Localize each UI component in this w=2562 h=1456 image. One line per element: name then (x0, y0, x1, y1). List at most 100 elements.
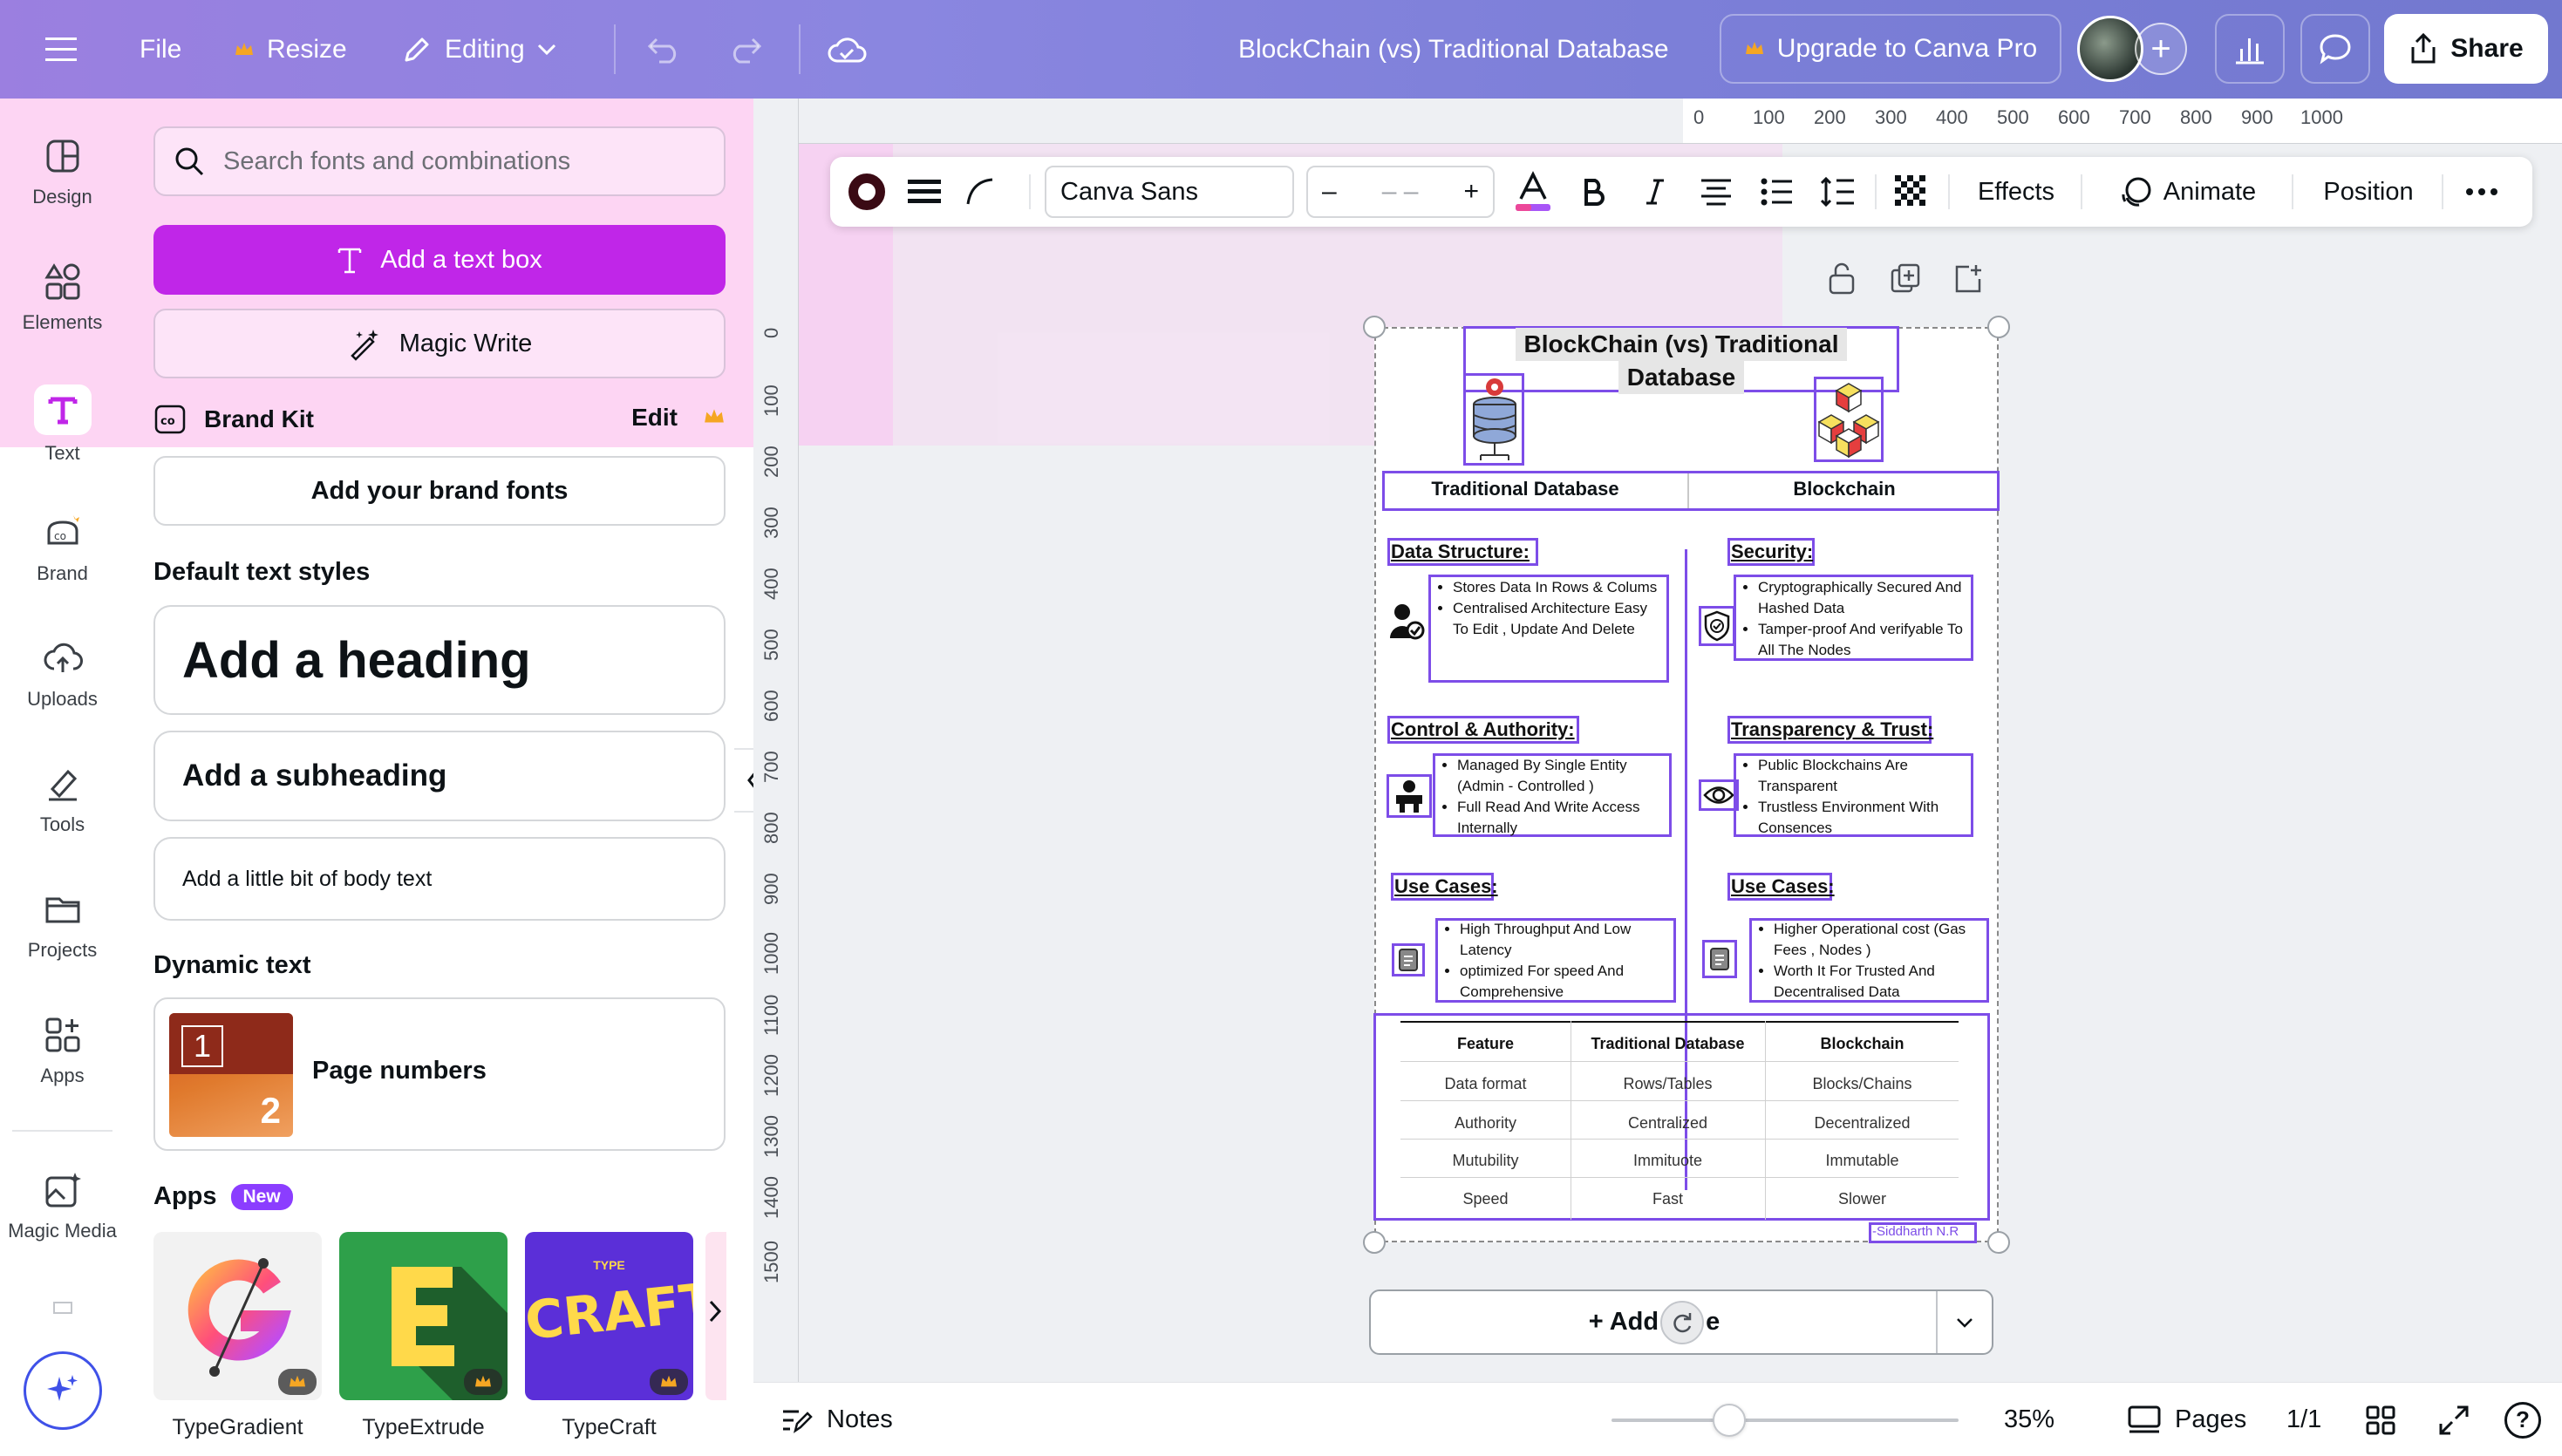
font-size-value[interactable]: – – (1382, 177, 1419, 207)
selection-handle[interactable] (1987, 316, 2010, 338)
magic-assistant-button[interactable] (24, 1351, 102, 1430)
table-cell: Blocks/Chains (1812, 1075, 1912, 1092)
svg-text:co: co (54, 530, 66, 542)
add-brand-fonts-button[interactable]: Add your brand fonts (153, 456, 726, 526)
add-subheading-button[interactable]: Add a subheading (153, 731, 726, 821)
brand-kit-edit-link[interactable]: Edit (631, 404, 678, 432)
upgrade-button[interactable]: Upgrade to Canva Pro (1720, 14, 2061, 84)
zoom-level[interactable]: 35% (2004, 1383, 2054, 1456)
help-button[interactable]: ? (2504, 1383, 2541, 1456)
add-page-button[interactable]: + Add e (1369, 1289, 1993, 1355)
refresh-icon[interactable] (1660, 1300, 1705, 1344)
bullet-list-icon[interactable] (1753, 157, 1802, 227)
comment-icon[interactable] (2300, 14, 2370, 84)
animate-button[interactable]: Animate (2096, 157, 2279, 227)
curve-icon[interactable] (956, 157, 1005, 227)
bullet-list: Public Blockchains Are TransparentTrustl… (1737, 755, 1971, 839)
file-menu[interactable]: File (140, 0, 181, 99)
page-numbers-card[interactable]: 1 2 Page numbers (153, 997, 726, 1151)
magic-write-label: Magic Write (399, 329, 533, 357)
avatar[interactable] (2077, 16, 2143, 82)
page-numbers-thumbnail: 1 2 (169, 1013, 293, 1137)
table-header: Feature (1456, 1035, 1515, 1052)
app-label-typecraft: TypeCraft (562, 1415, 657, 1439)
add-heading-button[interactable]: Add a heading (153, 605, 726, 715)
bullet-item: Full Read And Write Access Internally (1457, 797, 1670, 839)
ruler-tick: 0 (1693, 106, 1705, 128)
lock-icon[interactable] (1826, 262, 1861, 296)
pages-button[interactable]: Pages (2128, 1383, 2246, 1456)
more-options-icon[interactable] (2457, 157, 2506, 227)
redo-icon[interactable] (727, 0, 764, 99)
rail-item-magic-media[interactable]: Magic Media (0, 1169, 125, 1242)
duplicate-page-icon[interactable] (1889, 262, 1924, 296)
rail-item-elements[interactable]: Elements (0, 261, 125, 334)
undo-icon[interactable] (645, 0, 682, 99)
font-size-increase[interactable]: + (1463, 177, 1479, 207)
comparison-table[interactable]: Feature Traditional Database Blockchain … (1373, 1013, 1990, 1221)
cloud-saved-icon[interactable] (827, 0, 867, 99)
selection-handle[interactable] (1363, 1231, 1386, 1254)
add-body-text-button[interactable]: Add a little bit of body text (153, 837, 726, 921)
rail-item-brand[interactable]: co Brand (0, 512, 125, 585)
chevron-right-icon[interactable] (707, 1298, 723, 1324)
rail-item-tools[interactable]: Tools (0, 763, 125, 836)
rail-item-apps[interactable]: Apps (0, 1014, 125, 1087)
app-tile-typeextrude[interactable] (339, 1232, 508, 1400)
bullet-item: Centralised Architecture Easy To Edit , … (1453, 598, 1666, 640)
line-weight-icon[interactable] (900, 157, 949, 227)
magic-write-button[interactable]: Magic Write (153, 309, 726, 378)
database-icon (1468, 375, 1521, 462)
rail-item-uploads[interactable]: Uploads (0, 637, 125, 711)
crown-icon (234, 41, 255, 58)
app-tile-typecraft[interactable]: TYPE CRAFT (525, 1232, 693, 1400)
rail-item-text[interactable]: Text (0, 384, 125, 465)
editing-label: Editing (445, 34, 525, 64)
document-title[interactable]: BlockChain (vs) Traditional Database (1238, 0, 1669, 99)
crown-icon (703, 407, 726, 426)
position-label: Position (2323, 177, 2414, 206)
font-family-select[interactable]: Canva Sans (1045, 166, 1294, 218)
text-color-swatch[interactable] (842, 157, 891, 227)
font-size-decrease[interactable]: – (1322, 177, 1337, 207)
ruler-tick: 100 (1753, 106, 1785, 128)
add-textbox-button[interactable]: Add a text box (153, 225, 726, 295)
ruler-tick: 700 (760, 751, 782, 783)
font-size-stepper[interactable]: – – – + (1306, 166, 1495, 218)
share-button[interactable]: Share (2384, 14, 2548, 84)
position-button[interactable]: Position (2307, 157, 2429, 227)
bold-icon[interactable] (1570, 157, 1618, 227)
table-cell: Data format (1444, 1075, 1527, 1092)
notes-button[interactable]: Notes (781, 1383, 893, 1456)
apps-icon (42, 1014, 84, 1056)
app-label-typeextrude: TypeExtrude (362, 1415, 485, 1439)
ruler-tick: 300 (760, 507, 782, 539)
text-icon (33, 384, 92, 435)
transparency-icon[interactable] (1887, 157, 1936, 227)
zoom-slider-track[interactable] (1611, 1419, 1959, 1422)
add-page-main[interactable]: + Add e (1371, 1291, 1938, 1353)
line-spacing-icon[interactable] (1814, 157, 1863, 227)
app-tile-typegradient[interactable] (153, 1232, 322, 1400)
zoom-slider-handle[interactable] (1713, 1404, 1746, 1437)
add-page-icon[interactable] (1952, 262, 1986, 296)
editing-dropdown[interactable]: Editing (401, 0, 556, 99)
italic-icon[interactable] (1631, 157, 1680, 227)
grid-view-icon[interactable] (2365, 1383, 2396, 1456)
add-page-options[interactable] (1938, 1291, 1992, 1353)
align-center-icon[interactable] (1692, 157, 1741, 227)
rail-item-design[interactable]: Design (0, 135, 125, 208)
effects-button[interactable]: Effects (1964, 157, 2068, 227)
selection-handle[interactable] (1987, 1231, 2010, 1254)
add-collaborator-icon[interactable]: + (2135, 23, 2187, 75)
selection-handle[interactable] (1363, 316, 1386, 338)
fullscreen-icon[interactable] (2438, 1383, 2470, 1456)
search-input[interactable]: Search fonts and combinations (153, 126, 726, 196)
text-color-icon[interactable] (1509, 157, 1557, 227)
insights-icon[interactable] (2215, 14, 2285, 84)
rail-item-projects[interactable]: Projects (0, 888, 125, 962)
svg-text:co: co (160, 415, 175, 428)
menu-icon[interactable] (45, 0, 77, 99)
resize-button[interactable]: Resize (234, 0, 347, 99)
rail-label: Text (44, 442, 80, 464)
